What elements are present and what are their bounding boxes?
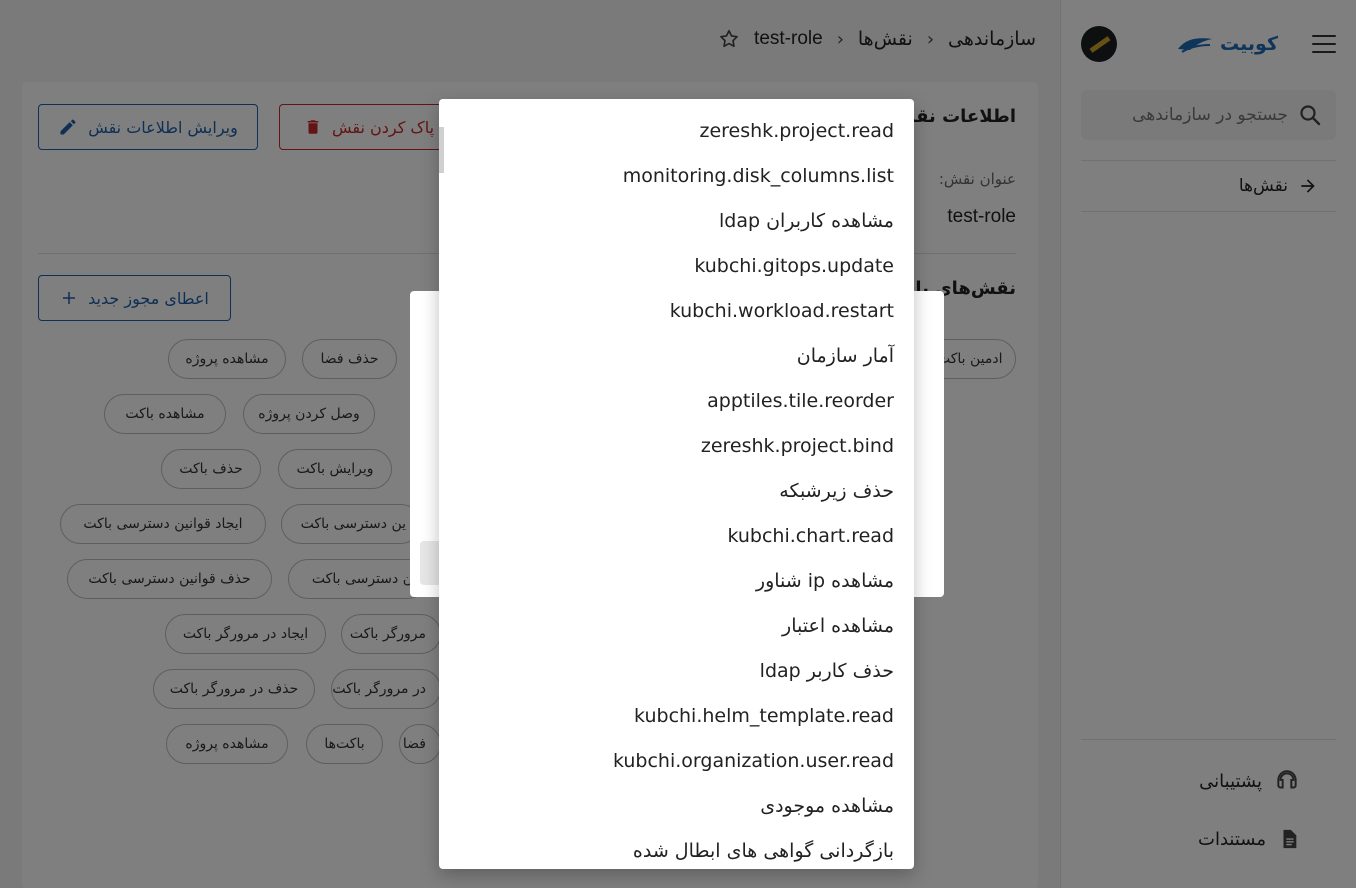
dropdown-list: zereshk.project.read monitoring.disk_col… — [439, 99, 914, 869]
dropdown-option[interactable]: آمار سازمان — [439, 333, 914, 378]
dropdown-option[interactable]: مشاهده ip شناور — [439, 558, 914, 603]
dropdown-option[interactable]: kubchi.organization.user.read — [439, 738, 914, 783]
dropdown-option[interactable]: kubchi.gitops.update — [439, 243, 914, 288]
dropdown-option[interactable]: apptiles.tile.reorder — [439, 378, 914, 423]
dropdown-option[interactable]: مشاهده کاربران ldap — [439, 198, 914, 243]
dropdown-option[interactable]: حذف کاربر ldap — [439, 648, 914, 693]
dropdown-option[interactable]: zereshk.project.bind — [439, 423, 914, 468]
scrollbar[interactable] — [439, 127, 444, 173]
dropdown-option[interactable]: حذف زیرشبکه — [439, 468, 914, 513]
dropdown-option[interactable]: zereshk.project.read — [439, 108, 914, 153]
dropdown-option[interactable]: kubchi.workload.restart — [439, 288, 914, 333]
dropdown-option[interactable]: kubchi.chart.read — [439, 513, 914, 558]
dropdown-option[interactable]: kubchi.helm_template.read — [439, 693, 914, 738]
dropdown-option[interactable]: مشاهده اعتبار — [439, 603, 914, 648]
permission-dropdown: zereshk.project.read monitoring.disk_col… — [439, 99, 914, 869]
dropdown-option[interactable]: مشاهده موجودی — [439, 783, 914, 828]
dropdown-option[interactable]: monitoring.disk_columns.list — [439, 153, 914, 198]
dropdown-option[interactable]: بازگردانی گواهی های ابطال شده — [439, 828, 914, 869]
